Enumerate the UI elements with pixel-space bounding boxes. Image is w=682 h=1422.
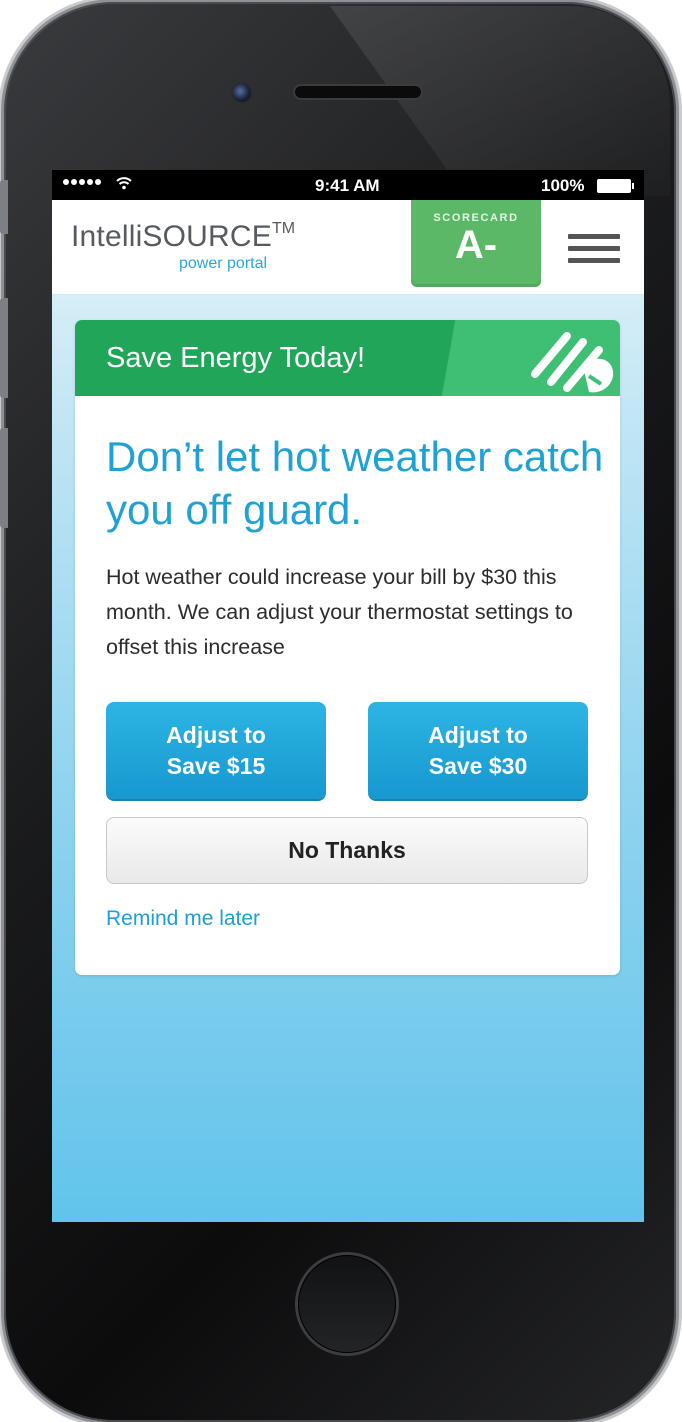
adjust-save-30-button[interactable]: Adjust to Save $30: [368, 702, 588, 799]
earpiece-speaker: [295, 86, 421, 98]
save-energy-card: Save Energy Today! Don’t let hot weather…: [75, 320, 620, 975]
logo-tagline: power portal: [179, 255, 268, 272]
intellisource-logo[interactable]: IntelliSOURCETM power portal: [71, 220, 296, 272]
scorecard-badge[interactable]: SCORECARD A-: [411, 200, 541, 287]
card-banner: Save Energy Today!: [75, 320, 620, 396]
volume-up-button: [0, 298, 8, 398]
card-body-text: Hot weather could increase your bill by …: [106, 565, 573, 659]
phone-screen: 9:41 AM 100% IntelliSOURCETM power porta…: [52, 170, 644, 1222]
signal-dots-icon: [63, 179, 101, 185]
logo-wordmark: IntelliSOURCE: [71, 220, 272, 253]
mute-switch: [0, 180, 8, 234]
hamburger-menu-icon[interactable]: [568, 234, 620, 266]
wifi-icon: [116, 177, 132, 190]
battery-percentage: 100%: [541, 176, 585, 195]
battery-full-icon: [597, 179, 634, 193]
adjust-save-30-line2: Save $30: [428, 752, 528, 779]
card-headline: Don’t let hot weather catch you off guar…: [106, 433, 604, 533]
scorecard-grade: A-: [454, 223, 498, 267]
front-camera: [233, 84, 251, 102]
volume-down-button: [0, 428, 8, 528]
adjust-save-15-button[interactable]: Adjust to Save $15: [106, 702, 326, 799]
remind-me-later-link[interactable]: Remind me later: [106, 907, 260, 931]
app-header: IntelliSOURCETM power portal SCORECARD A…: [52, 200, 644, 295]
status-time: 9:41 AM: [315, 176, 380, 195]
lightbulb-icon: [531, 332, 614, 393]
logo-trademark: TM: [271, 220, 296, 237]
adjust-save-15-line1: Adjust to: [166, 721, 266, 748]
no-thanks-button[interactable]: No Thanks: [106, 817, 588, 884]
status-bar: 9:41 AM 100%: [52, 170, 644, 200]
home-button[interactable]: [298, 1255, 396, 1353]
card-banner-title: Save Energy Today!: [106, 342, 366, 374]
adjust-save-15-line2: Save $15: [166, 752, 266, 779]
adjust-save-30-line1: Adjust to: [428, 721, 528, 748]
